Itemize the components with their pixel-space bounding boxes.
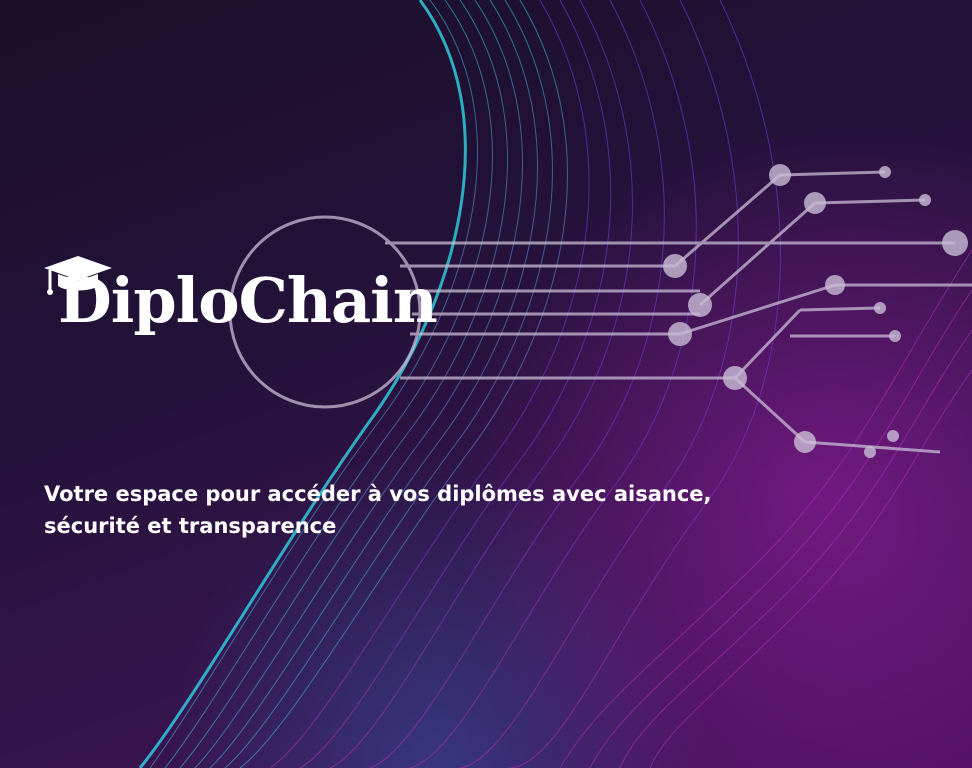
circuit-graphic: [228, 164, 972, 458]
tagline-line-2: sécurité et transparence: [44, 514, 337, 538]
tagline-line-1: Votre espace pour accéder à vos diplômes…: [44, 482, 712, 506]
brand-logo: DiploChain: [40, 250, 440, 350]
brand-name: DiploChain: [58, 264, 438, 337]
tagline: Votre espace pour accéder à vos diplômes…: [44, 478, 804, 542]
